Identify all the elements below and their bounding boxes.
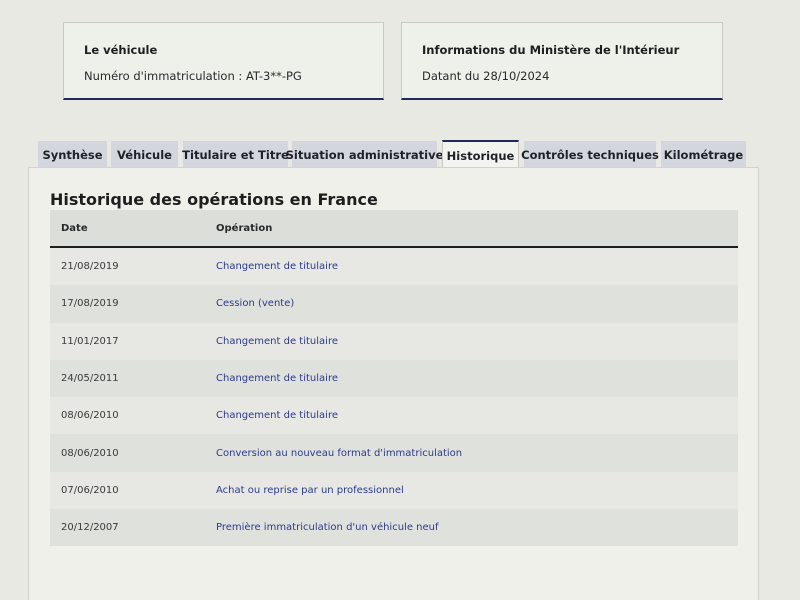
vehicle-card: Le véhicule Numéro d'immatriculation : A… [63, 22, 384, 100]
table-row: 08/06/2010 Changement de titulaire [50, 397, 738, 435]
tab-synthese[interactable]: Synthèse [38, 141, 107, 168]
row-date: 21/08/2019 [61, 261, 119, 273]
table-body: 21/08/2019 Changement de titulaire 17/08… [50, 248, 738, 547]
tab-vehicule[interactable]: Véhicule [111, 141, 178, 168]
table-row: 24/05/2011 Changement de titulaire [50, 359, 738, 398]
row-operation-link[interactable]: Changement de titulaire [216, 336, 738, 347]
row-date: 08/06/2010 [61, 447, 119, 459]
table-row: 21/08/2019 Changement de titulaire [50, 248, 738, 286]
column-header-date: Date [61, 222, 88, 234]
table-row: 07/06/2010 Achat ou reprise par un profe… [50, 471, 738, 510]
row-operation-link[interactable]: Achat ou reprise par un professionnel [216, 485, 738, 496]
page: Le véhicule Numéro d'immatriculation : A… [0, 0, 800, 600]
row-operation-link[interactable]: Cession (vente) [216, 298, 738, 309]
row-date: 24/05/2011 [61, 373, 119, 385]
tab-situation-administrative[interactable]: Situation administrative [286, 141, 443, 168]
history-panel: Historique des opérations en France Date… [28, 167, 759, 600]
row-date: 08/06/2010 [61, 410, 119, 422]
tab-controles-techniques[interactable]: Contrôles techniques [521, 141, 659, 168]
tab-kilometrage[interactable]: Kilométrage [661, 141, 746, 168]
row-operation-link[interactable]: Changement de titulaire [216, 373, 738, 384]
data-date: Datant du 28/10/2024 [422, 69, 550, 83]
tab-titulaire-et-titre[interactable]: Titulaire et Titre [182, 141, 289, 168]
row-operation-link[interactable]: Changement de titulaire [216, 261, 738, 272]
row-date: 17/08/2019 [61, 298, 119, 310]
ministry-card-title: Informations du Ministère de l'Intérieur [422, 43, 680, 57]
table-row: 20/12/2007 Première immatriculation d'un… [50, 509, 738, 547]
row-date: 11/01/2017 [61, 335, 119, 347]
row-date: 07/06/2010 [61, 484, 119, 496]
table-header: Date Opération [50, 210, 738, 248]
row-operation-link[interactable]: Changement de titulaire [216, 410, 738, 421]
tab-historique[interactable]: Historique [442, 140, 519, 169]
panel-title: Historique des opérations en France [50, 190, 378, 209]
table-row: 17/08/2019 Cession (vente) [50, 285, 738, 323]
row-operation-link[interactable]: Première immatriculation d'un véhicule n… [216, 522, 738, 533]
table-row: 11/01/2017 Changement de titulaire [50, 322, 738, 360]
vehicle-card-title: Le véhicule [84, 43, 158, 57]
registration-number: Numéro d'immatriculation : AT-3**-PG [84, 69, 302, 83]
ministry-card: Informations du Ministère de l'Intérieur… [401, 22, 723, 100]
column-header-operation: Opération [216, 222, 273, 234]
row-date: 20/12/2007 [61, 522, 119, 534]
row-operation-link[interactable]: Conversion au nouveau format d'immatricu… [216, 448, 738, 459]
table-row: 08/06/2010 Conversion au nouveau format … [50, 434, 738, 472]
operations-table: Date Opération 21/08/2019 Changement de … [50, 210, 738, 547]
